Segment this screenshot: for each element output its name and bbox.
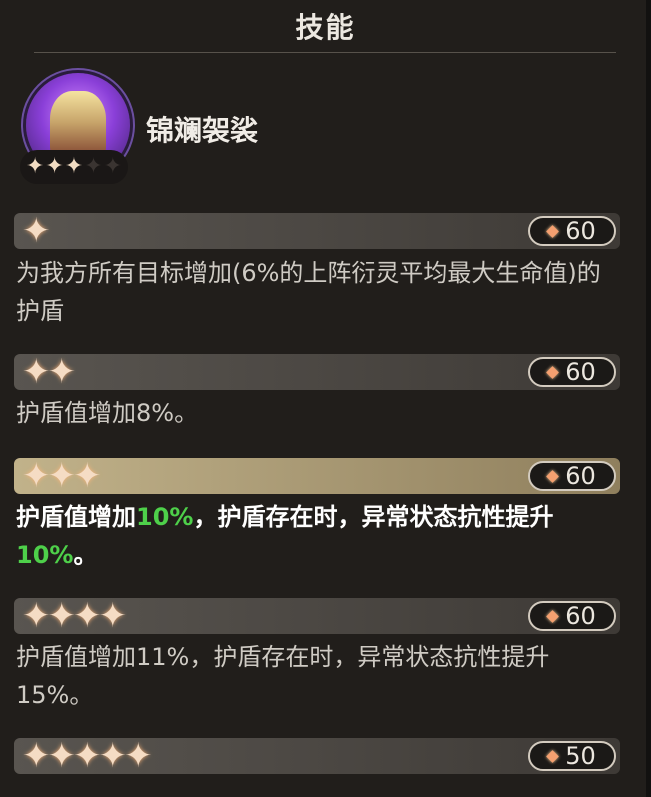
- gem-icon: [546, 365, 560, 379]
- star-icon: ✦: [124, 736, 152, 776]
- star-icon: ✦: [47, 352, 76, 392]
- skill-tier-1-description: 为我方所有目标增加(6%的上阵衍灵平均最大生命值)的护盾: [16, 254, 606, 330]
- description-text: 。: [73, 541, 98, 569]
- skill-name: 锦斓袈裟: [146, 114, 259, 147]
- avatar-star-rating: ✦ ✦ ✦ ✦ ✦: [20, 150, 128, 184]
- star-icon: ✦: [22, 352, 50, 392]
- panel-title: 技能: [295, 11, 356, 44]
- upgrade-cost-value: 60: [565, 462, 596, 490]
- skill-tier-3-bar[interactable]: ✦✦✦ 60: [14, 458, 620, 494]
- gem-icon: [546, 224, 560, 238]
- description-text: 护盾值增加11%，护盾存在时，异常状态抗性提升15%。: [16, 643, 550, 709]
- star-icon: ✦: [47, 596, 76, 636]
- star-icon: ✦: [73, 456, 101, 496]
- title-divider: [34, 52, 616, 53]
- star-icon: ✦: [22, 211, 50, 251]
- skill-tier-1-bar[interactable]: ✦ 60: [14, 213, 620, 249]
- star-level-icons: ✦✦: [22, 352, 76, 392]
- star-icon: ✦: [73, 596, 101, 636]
- upgrade-cost-badge: 50: [528, 741, 616, 771]
- upgrade-cost-value: 50: [565, 742, 596, 770]
- skill-tier-2-bar[interactable]: ✦✦ 60: [14, 354, 620, 390]
- avatar-star-icon: ✦: [45, 154, 64, 179]
- gem-icon: [546, 609, 560, 623]
- star-icon: ✦: [98, 596, 127, 636]
- gem-icon: [546, 749, 560, 763]
- skill-tier-5-bar[interactable]: ✦✦✦✦✦ 50: [14, 738, 620, 774]
- skill-tier-4-bar[interactable]: ✦✦✦✦ 60: [14, 598, 620, 634]
- upgrade-cost-badge: 60: [528, 601, 616, 631]
- star-icon: ✦: [47, 456, 76, 496]
- star-icon: ✦: [22, 596, 50, 636]
- star-icon: ✦: [98, 736, 127, 776]
- upgrade-cost-value: 60: [565, 358, 596, 386]
- description-text: 护盾值增加: [16, 503, 136, 531]
- star-icon: ✦: [73, 736, 101, 776]
- skill-tier-3-description: 护盾值增加10%，护盾存在时，异常状态抗性提升10%。: [16, 498, 606, 574]
- upgrade-cost-badge: 60: [528, 357, 616, 387]
- star-icon: ✦: [22, 736, 50, 776]
- avatar-star-icon: ✦: [64, 154, 84, 179]
- star-level-icons: ✦✦✦✦✦: [22, 736, 152, 776]
- star-level-icons: ✦✦✦: [22, 456, 101, 496]
- star-level-icons: ✦✦✦✦: [22, 596, 127, 636]
- upgrade-cost-value: 60: [565, 217, 596, 245]
- avatar-star-icon: ✦: [25, 154, 45, 179]
- star-level-icons: ✦: [22, 211, 50, 251]
- upgrade-cost-value: 60: [565, 602, 596, 630]
- avatar-star-icon: ✦: [103, 154, 123, 179]
- description-text: 为我方所有目标增加(6%的上阵衍灵平均最大生命值)的护盾: [16, 259, 601, 325]
- star-icon: ✦: [22, 456, 50, 496]
- skill-tier-4-description: 护盾值增加11%，护盾存在时，异常状态抗性提升15%。: [16, 638, 606, 714]
- description-text: ，护盾存在时，异常状态抗性提升: [193, 503, 554, 531]
- skill-tier-2-description: 护盾值增加8%。: [16, 394, 606, 432]
- upgrade-cost-badge: 60: [528, 461, 616, 491]
- upgrade-cost-badge: 60: [528, 216, 616, 246]
- highlighted-value: 10%: [136, 503, 194, 531]
- scroll-edge: [646, 0, 651, 797]
- description-text: 护盾值增加8%。: [16, 399, 199, 427]
- gem-icon: [546, 469, 560, 483]
- star-icon: ✦: [47, 736, 76, 776]
- avatar-star-icon: ✦: [84, 154, 103, 179]
- highlighted-value: 10%: [16, 541, 74, 569]
